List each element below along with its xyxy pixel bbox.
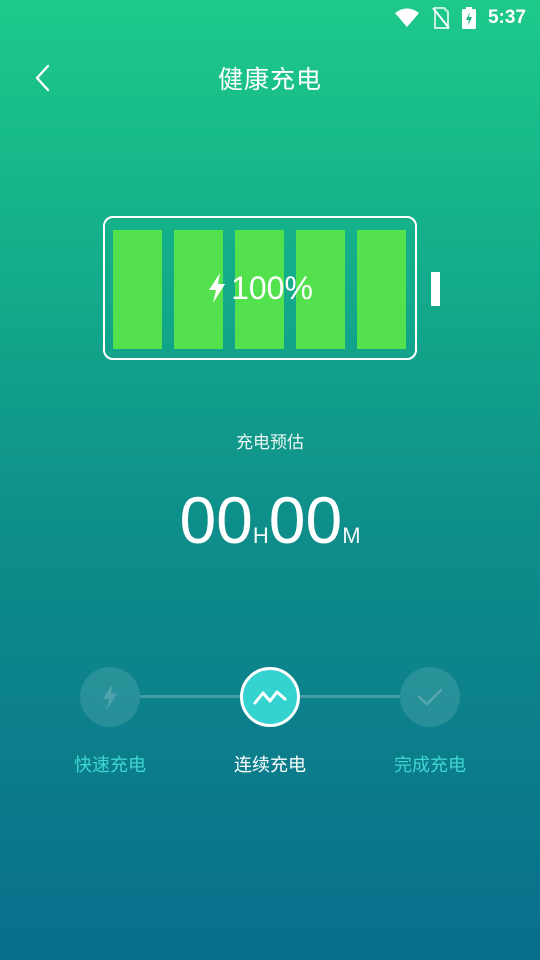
step-label: 完成充电 (394, 755, 466, 776)
step-continuous-charge[interactable] (240, 667, 300, 727)
step-connector (140, 695, 240, 698)
battery-charging-icon (461, 7, 476, 29)
lightning-icon (209, 273, 226, 303)
step-label: 快速充电 (74, 755, 146, 776)
battery-level: 100% (103, 216, 417, 360)
wifi-icon (394, 8, 419, 27)
battery-cap (431, 272, 440, 306)
no-sim-icon (432, 7, 450, 29)
step-fast-charge[interactable] (80, 667, 140, 727)
trend-icon (253, 690, 287, 705)
status-bar: 5:37 (0, 0, 540, 36)
status-icons: 5:37 (394, 6, 526, 30)
battery-level-text: 100% (231, 269, 313, 306)
app-bar: 健康充电 (0, 36, 540, 120)
status-time: 5:37 (487, 7, 526, 28)
hours-unit: H (252, 523, 269, 548)
estimate-label: 充电预估 (236, 433, 304, 453)
estimate-hours: 00 (179, 483, 253, 557)
step-connector (300, 695, 400, 698)
check-icon (417, 688, 443, 706)
step-complete-charge[interactable] (400, 667, 460, 727)
estimate-minutes: 00 (268, 483, 343, 557)
minutes-unit: M (342, 523, 361, 548)
lightning-icon (103, 684, 117, 710)
estimate-timer: 00H00M (0, 480, 540, 560)
page-title: 健康充电 (217, 65, 322, 94)
step-label: 连续充电 (234, 755, 306, 776)
